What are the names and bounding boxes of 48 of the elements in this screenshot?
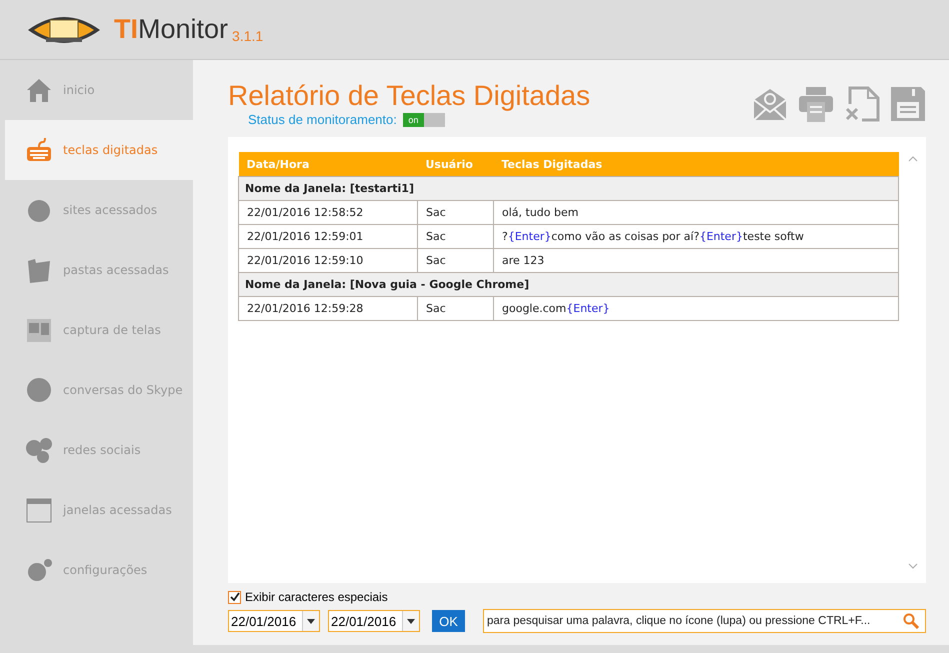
column-header: Teclas Digitadas — [494, 152, 898, 176]
date-picker[interactable]: 22/01/2016 — [328, 610, 420, 632]
sidebar-item[interactable]: sites acessados — [0, 180, 193, 240]
ok-button[interactable]: OK — [432, 610, 465, 632]
table-cell: ?{Enter}como vão as coisas por aí?{Enter}teste softw — [494, 224, 898, 248]
app-name: TIMonitor — [114, 14, 228, 45]
status-label: Status de monitoramento: — [248, 112, 397, 127]
save-icon[interactable] — [890, 86, 926, 122]
table-cell: 22/01/2016 12:59:01 — [238, 224, 418, 248]
table-cell: olá, tudo bem — [494, 200, 898, 224]
table-cell: Sac — [418, 200, 494, 224]
sidebar-item[interactable]: inicio — [0, 60, 193, 120]
app-version: 3.1.1 — [232, 28, 264, 44]
printer-icon[interactable] — [798, 86, 834, 122]
delete-file-icon[interactable] — [844, 86, 880, 122]
checkbox[interactable] — [228, 590, 241, 604]
search-icon[interactable] — [903, 613, 919, 629]
sidebar-item[interactable]: redes sociais — [0, 420, 193, 480]
window-icon — [25, 496, 53, 524]
search-field[interactable]: para pesquisar uma palavra, clique no ícone (lupa) ou pressione CTRL+F... — [483, 609, 926, 633]
column-header: Data/Hora — [238, 152, 418, 176]
table-cell: google.com{Enter} — [494, 296, 898, 320]
table-cell: Sac — [418, 296, 494, 320]
email-icon[interactable] — [752, 86, 788, 122]
sidebar-item[interactable]: pastas acessadas — [0, 240, 193, 300]
sidebar-item[interactable]: configurações — [0, 540, 193, 600]
sidebar-item[interactable]: janelas acessadas — [0, 480, 193, 540]
screenshot-icon — [25, 316, 53, 344]
folder-icon — [25, 256, 53, 284]
status-toggle[interactable]: on — [402, 112, 445, 126]
table-cell: 22/01/2016 12:59:28 — [238, 296, 418, 320]
window-group-row: Nome da Janela: [Nova guia - Google Chrome] — [238, 272, 898, 296]
sidebar-item[interactable]: captura de telas — [0, 300, 193, 360]
scroll-up-icon[interactable] — [908, 156, 918, 162]
dropdown-icon — [407, 618, 415, 624]
dropdown-icon — [307, 618, 315, 624]
keyboard-icon — [25, 136, 53, 164]
home-icon — [25, 76, 53, 104]
table-cell: 22/01/2016 12:58:52 — [238, 200, 418, 224]
scroll-down-icon[interactable] — [908, 563, 918, 569]
checkbox-label: Exibir caracteres especiais — [245, 590, 388, 604]
date-picker[interactable]: 22/01/2016 — [228, 610, 320, 632]
column-header: Usuário — [418, 152, 494, 176]
page-title: Relatório de Teclas Digitadas — [228, 80, 590, 112]
table-cell: Sac — [418, 224, 494, 248]
window-group-row: Nome da Janela: [testarti1] — [238, 176, 898, 200]
sidebar-item[interactable]: conversas do Skype — [0, 360, 193, 420]
sidebar-item[interactable]: teclas digitadas — [5, 120, 193, 180]
